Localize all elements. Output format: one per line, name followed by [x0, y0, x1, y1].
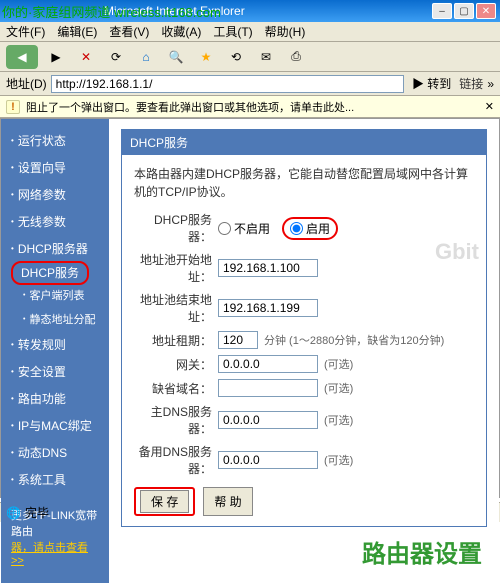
maximize-button[interactable]: ▢: [454, 3, 474, 19]
radio-disable[interactable]: 不启用: [218, 220, 270, 237]
input-pool-start[interactable]: [218, 259, 318, 277]
url-input[interactable]: [51, 75, 404, 93]
popup-blocker-bar[interactable]: ! 阻止了一个弹出窗口。要查看此弹出窗口或其他选项，请单击此处... ✕: [0, 96, 500, 118]
links-label[interactable]: 链接: [459, 75, 483, 92]
infobar-text: 阻止了一个弹出窗口。要查看此弹出窗口或其他选项，请单击此处...: [26, 99, 354, 115]
sidebar-more-link[interactable]: 器，请点击查看 >>: [11, 542, 88, 567]
sidebar-item-ddns[interactable]: 动态DNS: [1, 439, 109, 466]
sidebar-item-status[interactable]: 运行状态: [1, 127, 109, 154]
go-button[interactable]: ▶ 转到: [408, 75, 455, 92]
sidebar-sub-static-assign[interactable]: 静态地址分配: [1, 307, 109, 331]
mail-button[interactable]: ✉: [254, 45, 278, 69]
dns1-opt: (可选): [324, 412, 353, 428]
dhcp-panel: DHCP服务 本路由器内建DHCP服务器，它能自动替您配置局域网中各计算机的TC…: [121, 129, 487, 527]
sidebar-item-forward[interactable]: 转发规则: [1, 331, 109, 358]
panel-title: DHCP服务: [122, 130, 486, 155]
menu-help[interactable]: 帮助(H): [265, 23, 306, 40]
infobar-close-icon[interactable]: ✕: [485, 100, 494, 113]
home-button[interactable]: ⌂: [134, 45, 158, 69]
label-lease: 地址租期：: [134, 332, 212, 349]
back-button[interactable]: ◀: [6, 45, 38, 69]
label-domain: 缺省域名：: [134, 380, 212, 397]
print-button[interactable]: ⎙: [284, 45, 308, 69]
chevron-icon[interactable]: »: [487, 77, 494, 91]
menu-favorites[interactable]: 收藏(A): [161, 23, 201, 40]
menu-file[interactable]: 文件(F): [6, 23, 45, 40]
sidebar-item-routing[interactable]: 路由功能: [1, 385, 109, 412]
warning-icon: !: [6, 100, 20, 114]
sidebar-item-ipmac[interactable]: IP与MAC绑定: [1, 412, 109, 439]
domain-opt: (可选): [324, 380, 353, 396]
globe-icon: 🌐: [6, 506, 21, 520]
input-gateway[interactable]: [218, 355, 318, 373]
close-button[interactable]: ✕: [476, 3, 496, 19]
label-pool-start: 地址池开始地址：: [134, 251, 212, 285]
label-dns2: 备用DNS服务器：: [134, 443, 212, 477]
input-domain[interactable]: [218, 379, 318, 397]
forward-button[interactable]: ▶: [44, 45, 68, 69]
status-text: 完毕: [25, 504, 49, 521]
label-dhcp-server: DHCP服务器：: [134, 211, 212, 245]
stop-button[interactable]: ✕: [74, 45, 98, 69]
menu-view[interactable]: 查看(V): [109, 23, 149, 40]
content-area: Gbit DHCP服务 本路由器内建DHCP服务器，它能自动替您配置局域网中各计…: [109, 119, 499, 583]
save-button[interactable]: 保 存: [140, 490, 189, 513]
label-dns1: 主DNS服务器：: [134, 403, 212, 437]
sidebar-item-wizard[interactable]: 设置向导: [1, 154, 109, 181]
sidebar-item-network[interactable]: 网络参数: [1, 181, 109, 208]
minimize-button[interactable]: –: [432, 3, 452, 19]
overlay-caption: 你的·家庭组网频道 wireless.it168.com: [2, 2, 221, 21]
input-dns2[interactable]: [218, 451, 318, 469]
favorites-button[interactable]: ★: [194, 45, 218, 69]
lease-suffix: 分钟 (1～2880分钟，缺省为120分钟): [264, 332, 444, 348]
sidebar-item-security[interactable]: 安全设置: [1, 358, 109, 385]
radio-enable[interactable]: 启用: [290, 220, 330, 237]
router-page: TP-LINK 11b到11g 的飞跃，实现 54M 无线高速上网 运行状态 设…: [0, 118, 500, 498]
menu-bar: 文件(F) 编辑(E) 查看(V) 收藏(A) 工具(T) 帮助(H): [0, 22, 500, 42]
menu-edit[interactable]: 编辑(E): [57, 23, 97, 40]
address-label: 地址(D): [6, 75, 47, 92]
help-button[interactable]: 帮 助: [203, 487, 252, 516]
gateway-opt: (可选): [324, 356, 353, 372]
input-dns1[interactable]: [218, 411, 318, 429]
input-pool-end[interactable]: [218, 299, 318, 317]
sidebar-item-dhcp-server[interactable]: DHCP服务器: [1, 235, 109, 262]
label-pool-end: 地址池结束地址：: [134, 291, 212, 325]
address-bar: 地址(D) ▶ 转到 链接 »: [0, 72, 500, 96]
sidebar-item-wireless[interactable]: 无线参数: [1, 208, 109, 235]
label-gateway: 网关：: [134, 356, 212, 373]
toolbar: ◀ ▶ ✕ ⟳ ⌂ 🔍 ★ ⟲ ✉ ⎙: [0, 42, 500, 72]
dns2-opt: (可选): [324, 452, 353, 468]
sidebar-item-system[interactable]: 系统工具: [1, 466, 109, 493]
search-button[interactable]: 🔍: [164, 45, 188, 69]
sidebar-sub-dhcp-service[interactable]: DHCP服务: [11, 261, 89, 285]
input-lease[interactable]: [218, 331, 258, 349]
sidebar-sub-client-list[interactable]: 客户端列表: [1, 283, 109, 307]
panel-description: 本路由器内建DHCP服务器，它能自动替您配置局域网中各计算机的TCP/IP协议。: [134, 165, 474, 201]
refresh-button[interactable]: ⟳: [104, 45, 128, 69]
history-button[interactable]: ⟲: [224, 45, 248, 69]
menu-tools[interactable]: 工具(T): [213, 23, 252, 40]
